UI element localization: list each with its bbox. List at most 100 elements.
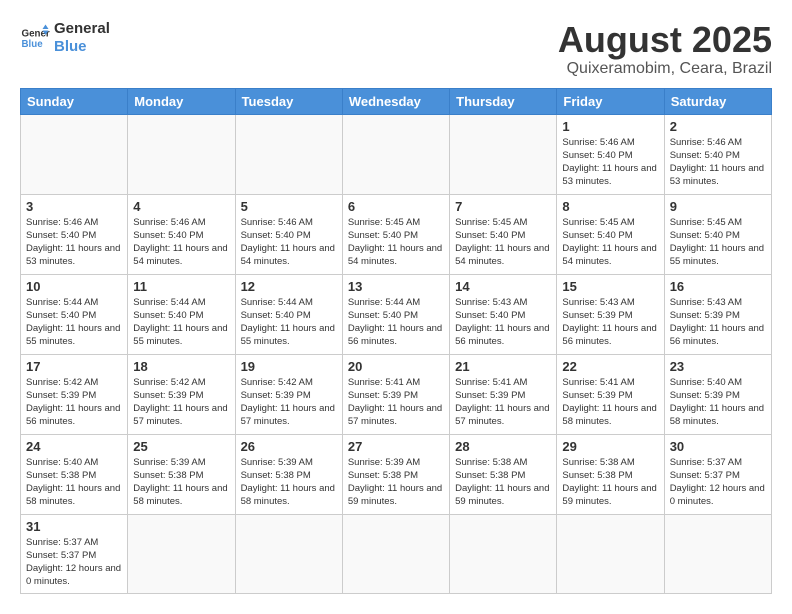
day-number: 5 xyxy=(241,199,337,214)
day-header-saturday: Saturday xyxy=(664,88,771,114)
cell-info: Sunrise: 5:43 AM Sunset: 5:40 PM Dayligh… xyxy=(455,296,551,349)
calendar-title: August 2025 xyxy=(558,20,772,60)
day-number: 10 xyxy=(26,279,122,294)
cell-info: Sunrise: 5:40 AM Sunset: 5:39 PM Dayligh… xyxy=(670,376,766,429)
calendar-cell-9: 9 Sunrise: 5:45 AM Sunset: 5:40 PM Daylig… xyxy=(664,194,771,274)
calendar-cell-24: 24 Sunrise: 5:40 AM Sunset: 5:38 PM Dayli… xyxy=(21,434,128,514)
calendar-cell-28: 28Sunrise: 5:38 AM Sunset: 5:38 PM Dayli… xyxy=(450,434,557,514)
day-number: 23 xyxy=(670,359,766,374)
calendar-cell-22: 22 Sunrise: 5:41 AM Sunset: 5:39 PM Dayli… xyxy=(557,354,664,434)
calendar-cell-empty-5 xyxy=(557,514,664,593)
calendar-cell-empty-4 xyxy=(450,114,557,194)
day-number: 17 xyxy=(26,359,122,374)
title-section: August 2025 Quixeramobim, Ceara, Brazil xyxy=(558,20,772,78)
logo-icon: General Blue xyxy=(20,23,50,53)
calendar-cell-21: 21Sunrise: 5:41 AM Sunset: 5:39 PM Dayli… xyxy=(450,354,557,434)
day-number: 29 xyxy=(562,439,658,454)
day-number: 4 xyxy=(133,199,229,214)
cell-info: Sunrise: 5:46 AM Sunset: 5:40 PM Dayligh… xyxy=(670,136,766,189)
calendar-cell-17: 17 Sunrise: 5:42 AM Sunset: 5:39 PM Dayli… xyxy=(21,354,128,434)
calendar-cell-empty-0 xyxy=(21,114,128,194)
calendar-cell-empty-3 xyxy=(342,514,449,593)
page-header: General Blue General Blue August 2025 Qu… xyxy=(20,20,772,78)
calendar-cell-29: 29Sunrise: 5:38 AM Sunset: 5:38 PM Dayli… xyxy=(557,434,664,514)
cell-info: Sunrise: 5:46 AM Sunset: 5:40 PM Dayligh… xyxy=(133,216,229,269)
calendar-cell-8: 8 Sunrise: 5:45 AM Sunset: 5:40 PM Daylig… xyxy=(557,194,664,274)
cell-info: Sunrise: 5:45 AM Sunset: 5:40 PM Dayligh… xyxy=(562,216,658,269)
cell-info: Sunrise: 5:45 AM Sunset: 5:40 PM Dayligh… xyxy=(348,216,444,269)
day-number: 7 xyxy=(455,199,551,214)
day-number: 2 xyxy=(670,119,766,134)
calendar-cell-26: 26 Sunrise: 5:39 AM Sunset: 5:38 PM Dayli… xyxy=(235,434,342,514)
day-header-friday: Friday xyxy=(557,88,664,114)
cell-info: Sunrise: 5:43 AM Sunset: 5:39 PM Dayligh… xyxy=(562,296,658,349)
day-number: 19 xyxy=(241,359,337,374)
cell-info: Sunrise: 5:41 AM Sunset: 5:39 PM Dayligh… xyxy=(348,376,444,429)
cell-info: Sunrise: 5:41 AM Sunset: 5:39 PM Dayligh… xyxy=(562,376,658,429)
calendar-subtitle: Quixeramobim, Ceara, Brazil xyxy=(558,60,772,78)
day-number: 9 xyxy=(670,199,766,214)
day-header-wednesday: Wednesday xyxy=(342,88,449,114)
day-header-monday: Monday xyxy=(128,88,235,114)
calendar-cell-20: 20 Sunrise: 5:41 AM Sunset: 5:39 PM Dayli… xyxy=(342,354,449,434)
calendar-cell-empty-1 xyxy=(128,514,235,593)
calendar-cell-5: 5 Sunrise: 5:46 AM Sunset: 5:40 PM Daylig… xyxy=(235,194,342,274)
calendar-cell-15: 15 Sunrise: 5:43 AM Sunset: 5:39 PM Dayli… xyxy=(557,274,664,354)
calendar-cell-empty-2 xyxy=(235,514,342,593)
day-number: 15 xyxy=(562,279,658,294)
cell-info: Sunrise: 5:39 AM Sunset: 5:38 PM Dayligh… xyxy=(241,456,337,509)
calendar-cell-2: 2 Sunrise: 5:46 AM Sunset: 5:40 PM Daylig… xyxy=(664,114,771,194)
day-number: 20 xyxy=(348,359,444,374)
cell-info: Sunrise: 5:44 AM Sunset: 5:40 PM Dayligh… xyxy=(348,296,444,349)
week-row-6: 31Sunrise: 5:37 AM Sunset: 5:37 PM Dayli… xyxy=(21,514,772,593)
day-number: 24 xyxy=(26,439,122,454)
day-header-tuesday: Tuesday xyxy=(235,88,342,114)
cell-info: Sunrise: 5:39 AM Sunset: 5:38 PM Dayligh… xyxy=(133,456,229,509)
day-number: 28 xyxy=(455,439,551,454)
week-row-2: 3Sunrise: 5:46 AM Sunset: 5:40 PM Daylig… xyxy=(21,194,772,274)
cell-info: Sunrise: 5:44 AM Sunset: 5:40 PM Dayligh… xyxy=(241,296,337,349)
logo: General Blue General Blue xyxy=(20,20,110,56)
calendar-cell-10: 10Sunrise: 5:44 AM Sunset: 5:40 PM Dayli… xyxy=(21,274,128,354)
day-header-thursday: Thursday xyxy=(450,88,557,114)
cell-info: Sunrise: 5:45 AM Sunset: 5:40 PM Dayligh… xyxy=(670,216,766,269)
calendar-cell-31: 31Sunrise: 5:37 AM Sunset: 5:37 PM Dayli… xyxy=(21,514,128,593)
calendar-cell-11: 11Sunrise: 5:44 AM Sunset: 5:40 PM Dayli… xyxy=(128,274,235,354)
calendar-cell-empty-4 xyxy=(450,514,557,593)
calendar-cell-empty-3 xyxy=(342,114,449,194)
cell-info: Sunrise: 5:45 AM Sunset: 5:40 PM Dayligh… xyxy=(455,216,551,269)
cell-info: Sunrise: 5:40 AM Sunset: 5:38 PM Dayligh… xyxy=(26,456,122,509)
day-number: 12 xyxy=(241,279,337,294)
day-number: 26 xyxy=(241,439,337,454)
cell-info: Sunrise: 5:46 AM Sunset: 5:40 PM Dayligh… xyxy=(26,216,122,269)
days-header-row: SundayMondayTuesdayWednesdayThursdayFrid… xyxy=(21,88,772,114)
calendar-cell-30: 30 Sunrise: 5:37 AM Sunset: 5:37 PM Dayli… xyxy=(664,434,771,514)
day-number: 1 xyxy=(562,119,658,134)
calendar-cell-empty-2 xyxy=(235,114,342,194)
svg-text:Blue: Blue xyxy=(22,39,44,50)
calendar-cell-4: 4 Sunrise: 5:46 AM Sunset: 5:40 PM Daylig… xyxy=(128,194,235,274)
cell-info: Sunrise: 5:42 AM Sunset: 5:39 PM Dayligh… xyxy=(241,376,337,429)
cell-info: Sunrise: 5:37 AM Sunset: 5:37 PM Dayligh… xyxy=(26,536,122,589)
cell-info: Sunrise: 5:42 AM Sunset: 5:39 PM Dayligh… xyxy=(133,376,229,429)
calendar-table: SundayMondayTuesdayWednesdayThursdayFrid… xyxy=(20,88,772,594)
cell-info: Sunrise: 5:42 AM Sunset: 5:39 PM Dayligh… xyxy=(26,376,122,429)
cell-info: Sunrise: 5:44 AM Sunset: 5:40 PM Dayligh… xyxy=(133,296,229,349)
cell-info: Sunrise: 5:43 AM Sunset: 5:39 PM Dayligh… xyxy=(670,296,766,349)
day-number: 18 xyxy=(133,359,229,374)
week-row-4: 17 Sunrise: 5:42 AM Sunset: 5:39 PM Dayli… xyxy=(21,354,772,434)
day-number: 16 xyxy=(670,279,766,294)
day-number: 22 xyxy=(562,359,658,374)
day-number: 30 xyxy=(670,439,766,454)
calendar-cell-19: 19 Sunrise: 5:42 AM Sunset: 5:39 PM Dayli… xyxy=(235,354,342,434)
cell-info: Sunrise: 5:37 AM Sunset: 5:37 PM Dayligh… xyxy=(670,456,766,509)
calendar-cell-1: 1Sunrise: 5:46 AM Sunset: 5:40 PM Daylig… xyxy=(557,114,664,194)
day-number: 8 xyxy=(562,199,658,214)
day-number: 27 xyxy=(348,439,444,454)
calendar-cell-18: 18 Sunrise: 5:42 AM Sunset: 5:39 PM Dayli… xyxy=(128,354,235,434)
cell-info: Sunrise: 5:46 AM Sunset: 5:40 PM Dayligh… xyxy=(241,216,337,269)
calendar-cell-13: 13Sunrise: 5:44 AM Sunset: 5:40 PM Dayli… xyxy=(342,274,449,354)
calendar-cell-7: 7 Sunrise: 5:45 AM Sunset: 5:40 PM Daylig… xyxy=(450,194,557,274)
week-row-1: 1 Sunrise: 5:46 AM Sunset: 5:40 PM Daylig… xyxy=(21,114,772,194)
calendar-cell-25: 25Sunrise: 5:39 AM Sunset: 5:38 PM Dayli… xyxy=(128,434,235,514)
